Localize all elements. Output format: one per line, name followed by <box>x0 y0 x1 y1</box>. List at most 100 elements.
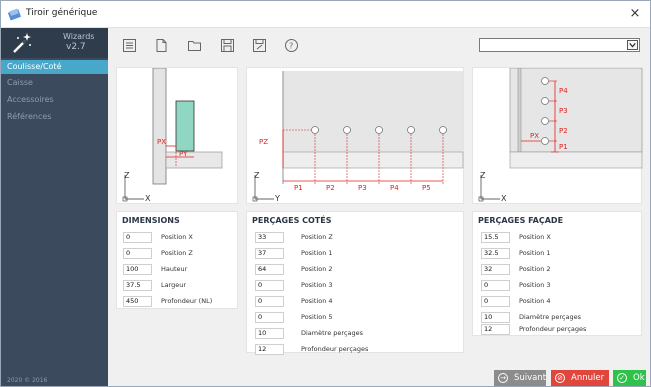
front-drilling-row: 0 Position 4 <box>481 296 636 307</box>
front-diameter-input[interactable]: 10 <box>481 312 510 323</box>
new-document-icon[interactable] <box>154 38 169 53</box>
side-position-2-input[interactable]: 64 <box>255 264 284 275</box>
sidebar-item-coulisse[interactable]: Coulisse/Coté <box>1 60 108 74</box>
side-position-4-input[interactable]: 0 <box>255 296 284 307</box>
sidebar-item-caisse[interactable]: Caisse <box>1 76 108 90</box>
py-label: PY <box>179 150 188 158</box>
dialog-window: Tiroir générique × Wizards v2.7 Coulisse… <box>0 0 651 387</box>
save-icon[interactable] <box>220 38 235 53</box>
help-icon[interactable]: ? <box>284 38 299 53</box>
title-bar: Tiroir générique × <box>1 1 650 28</box>
side-position-z-input[interactable]: 33 <box>255 232 284 243</box>
window-title: Tiroir générique <box>26 8 98 18</box>
axis-x-label: X <box>501 194 507 203</box>
front-position-x-input[interactable]: 15.5 <box>481 232 510 243</box>
axis-z-label: Z <box>480 171 486 180</box>
hauteur-input[interactable]: 100 <box>123 264 152 275</box>
field-label: Hauteur <box>161 265 188 273</box>
next-button[interactable]: → Suivant <box>494 370 546 386</box>
ok-button-label: Ok <box>633 373 645 383</box>
dimensions-title: DIMENSIONS <box>122 216 180 225</box>
position-x-input[interactable]: 0 <box>123 232 152 243</box>
side-position-5-input[interactable]: 0 <box>255 312 284 323</box>
front-drilling-row: 0 Position 3 <box>481 280 636 291</box>
sidebar-item-accessoires[interactable]: Accessoires <box>1 93 108 107</box>
sidebar-item-references[interactable]: Références <box>1 110 108 124</box>
p2-label: P2 <box>326 184 335 192</box>
px-label: PX <box>530 132 539 140</box>
side-drilling-row: 0 Position 4 <box>255 296 455 307</box>
px-label: PX <box>157 138 166 146</box>
side-drilling-title: PERÇAGES COTÉS <box>252 216 332 225</box>
arrow-right-icon: → <box>498 373 508 383</box>
p1-label: P1 <box>294 184 303 192</box>
p2-label: P2 <box>559 127 568 135</box>
close-button[interactable]: × <box>626 5 644 23</box>
side-position-1-input[interactable]: 37 <box>255 248 284 259</box>
field-label: Position Z <box>301 233 333 241</box>
front-holes-drawing: P4 P3 P2 PX P1 Z X <box>478 67 643 203</box>
side-position-3-input[interactable]: 0 <box>255 280 284 291</box>
p1-label: P1 <box>559 143 568 151</box>
svg-text:?: ? <box>289 42 293 51</box>
p5-label: P5 <box>422 184 431 192</box>
cancel-icon: ⊘ <box>555 373 565 383</box>
side-drilling-row: 12 Profondeur perçages <box>255 344 455 355</box>
front-position-2-input[interactable]: 32 <box>481 264 510 275</box>
axis-x-label: X <box>145 194 151 203</box>
dimension-row: 450 Profondeur (NL) <box>123 296 235 307</box>
cancel-button[interactable]: ⊘ Annuler <box>551 370 609 386</box>
side-holes-drawing: PZ P1 P2 P3 P4 P5 Z Y <box>252 71 464 203</box>
front-drilling-row: 10 Diamètre perçages <box>481 312 636 323</box>
dimensions-panel: DIMENSIONS 0 Position X 0 Position Z 100… <box>116 211 238 309</box>
chevron-down-icon <box>627 40 638 50</box>
next-button-label: Suivant <box>514 373 547 383</box>
side-diameter-input[interactable]: 10 <box>255 328 284 339</box>
app-version: v2.7 <box>66 42 86 52</box>
front-position-1-input[interactable]: 32.5 <box>481 248 510 259</box>
save-as-icon[interactable] <box>252 38 267 53</box>
field-label: Position 3 <box>301 281 333 289</box>
p3-label: P3 <box>559 107 568 115</box>
diagram-side-holes: PZ P1 P2 P3 P4 P5 Z Y <box>246 67 464 204</box>
field-label: Profondeur (NL) <box>161 297 213 305</box>
axis-y-label: Y <box>274 194 280 203</box>
field-label: Position 4 <box>301 297 333 305</box>
field-label: Position 3 <box>519 281 551 289</box>
dimension-row: 0 Position X <box>123 232 235 243</box>
largeur-input[interactable]: 37.5 <box>123 280 152 291</box>
profondeur-input[interactable]: 450 <box>123 296 152 307</box>
side-drilling-row: 33 Position Z <box>255 232 455 243</box>
field-label: Diamètre perçages <box>301 329 363 337</box>
p4-label: P4 <box>559 87 568 95</box>
field-label: Position 2 <box>301 265 333 273</box>
side-drilling-row: 37 Position 1 <box>255 248 455 259</box>
side-drilling-row: 10 Diamètre perçages <box>255 328 455 339</box>
front-drilling-row: 32 Position 2 <box>481 264 636 275</box>
field-label: Position Z <box>161 249 193 257</box>
side-depth-input[interactable]: 12 <box>255 344 284 355</box>
front-position-3-input[interactable]: 0 <box>481 280 510 291</box>
position-z-input[interactable]: 0 <box>123 248 152 259</box>
field-label: Position X <box>161 233 193 241</box>
field-label: Position 2 <box>519 265 551 273</box>
front-depth-input[interactable]: 12 <box>481 324 510 335</box>
field-label: Position 1 <box>301 249 333 257</box>
ok-button[interactable]: ✓ Ok <box>613 370 646 386</box>
dimension-row: 37.5 Largeur <box>123 280 235 291</box>
preset-dropdown[interactable] <box>479 38 640 52</box>
field-label: Position 5 <box>301 313 333 321</box>
front-position-4-input[interactable]: 0 <box>481 296 510 307</box>
settings-icon[interactable] <box>122 38 137 53</box>
p3-label: P3 <box>358 184 367 192</box>
front-drilling-title: PERÇAGES FAÇADE <box>478 216 564 225</box>
field-label: Position 4 <box>519 297 551 305</box>
axis-z-label: Z <box>124 171 130 180</box>
open-folder-icon[interactable] <box>187 38 202 53</box>
front-drilling-row: 32.5 Position 1 <box>481 248 636 259</box>
side-drilling-row: 64 Position 2 <box>255 264 455 275</box>
p4-label: P4 <box>390 184 399 192</box>
app-logo: Wizards v2.7 <box>1 28 108 58</box>
diagram-slide-side: PX PY Z X <box>116 67 238 204</box>
cancel-button-label: Annuler <box>571 373 605 383</box>
